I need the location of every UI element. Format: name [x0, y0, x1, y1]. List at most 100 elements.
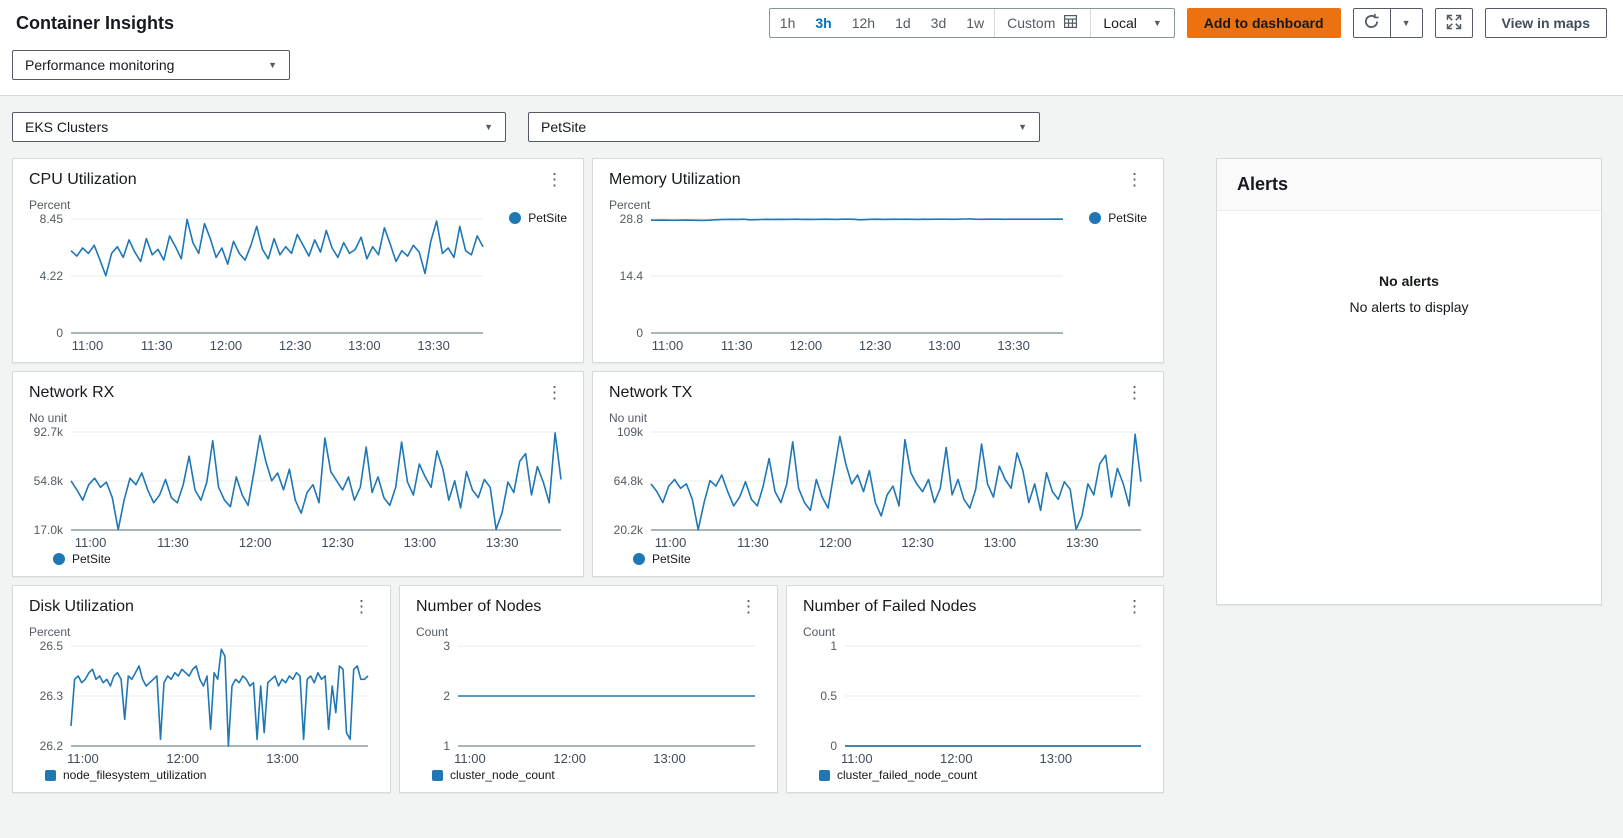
svg-text:0: 0	[636, 326, 643, 340]
legend-label: node_filesystem_utilization	[63, 768, 206, 782]
refresh-button[interactable]	[1353, 8, 1391, 38]
chevron-down-icon: ▼	[1402, 18, 1411, 28]
chart-legend: PetSite	[53, 552, 567, 566]
chart-unit-label: Percent	[609, 198, 1147, 212]
cluster-value: PetSite	[541, 119, 586, 135]
chart-menu-button[interactable]: ⋮	[1122, 171, 1147, 189]
timezone-select[interactable]: Local ▼	[1090, 9, 1173, 37]
refresh-options-button[interactable]: ▼	[1391, 8, 1423, 38]
view-in-maps-button[interactable]: View in maps	[1485, 8, 1607, 38]
svg-text:1: 1	[830, 639, 837, 653]
chart-menu-button[interactable]: ⋮	[736, 598, 761, 616]
svg-text:12:00: 12:00	[940, 751, 973, 766]
svg-text:11:00: 11:00	[841, 751, 873, 766]
time-range-1d[interactable]: 1d	[885, 9, 921, 37]
chart-menu-button[interactable]: ⋮	[542, 384, 567, 402]
time-range-1w[interactable]: 1w	[956, 9, 994, 37]
svg-text:12:30: 12:30	[859, 338, 892, 353]
cluster-type-value: EKS Clusters	[25, 119, 108, 135]
charts-grid: CPU Utilization ⋮ Percent 8.454.22011:00…	[12, 158, 1164, 793]
chart-legend: cluster_node_count	[432, 768, 761, 782]
kebab-icon: ⋮	[546, 383, 563, 402]
time-range-1h[interactable]: 1h	[770, 9, 806, 37]
chart-unit-label: Percent	[29, 198, 567, 212]
svg-text:13:00: 13:00	[928, 338, 961, 353]
time-range-12h[interactable]: 12h	[842, 9, 885, 37]
legend-label: PetSite	[1108, 211, 1147, 225]
chart-title: CPU Utilization	[29, 171, 137, 189]
custom-time-range-button[interactable]: Custom	[994, 9, 1090, 37]
svg-text:11:00: 11:00	[72, 338, 104, 353]
svg-text:20.2k: 20.2k	[614, 523, 644, 537]
svg-text:26.3: 26.3	[40, 689, 64, 703]
svg-text:12:00: 12:00	[239, 535, 272, 550]
calendar-icon	[1063, 14, 1078, 32]
time-range-group: 1h3h12h1d3d1w	[770, 9, 994, 37]
disk-utilization-chart: 26.526.326.211:0012:0013:00	[29, 639, 374, 767]
chevron-down-icon: ▼	[268, 60, 277, 70]
svg-text:28.8: 28.8	[620, 212, 644, 226]
cpu-utilization-chart: 8.454.22011:0011:3012:0012:3013:0013:30	[29, 212, 489, 354]
svg-text:26.2: 26.2	[40, 739, 64, 753]
svg-text:13:30: 13:30	[1066, 535, 1099, 550]
chart-card-network-tx: Network TX ⋮ No unit 109k64.8k20.2k11:00…	[592, 371, 1164, 577]
svg-text:1: 1	[443, 739, 450, 753]
chart-unit-label: Count	[803, 625, 1147, 639]
svg-text:64.8k: 64.8k	[614, 474, 644, 488]
chart-title: Number of Failed Nodes	[803, 598, 976, 616]
chart-menu-button[interactable]: ⋮	[349, 598, 374, 616]
fullscreen-icon	[1446, 14, 1462, 33]
refresh-split-button: ▼	[1353, 8, 1423, 38]
time-range-3h[interactable]: 3h	[805, 9, 841, 37]
chart-legend: PetSite	[633, 552, 1147, 566]
svg-text:14.4: 14.4	[620, 269, 644, 283]
header-toolbar: 1h3h12h1d3d1w Custom Local ▼	[769, 8, 1607, 38]
svg-text:12:00: 12:00	[819, 535, 852, 550]
chart-title: Network TX	[609, 384, 692, 402]
legend-label: PetSite	[528, 211, 567, 225]
chart-card-number-of-nodes: Number of Nodes ⋮ Count 32111:0012:0013:…	[399, 585, 778, 793]
time-range-control: 1h3h12h1d3d1w Custom Local ▼	[769, 8, 1175, 38]
number-of-nodes-chart: 32111:0012:0013:00	[416, 639, 761, 767]
cluster-type-select[interactable]: EKS Clusters ▼	[12, 112, 506, 142]
kebab-icon: ⋮	[353, 597, 370, 616]
cluster-select[interactable]: PetSite ▼	[528, 112, 1040, 142]
svg-text:12:00: 12:00	[790, 338, 823, 353]
chart-unit-label: No unit	[29, 411, 567, 425]
legend-label: PetSite	[652, 552, 691, 566]
svg-text:12:30: 12:30	[901, 535, 934, 550]
svg-text:0: 0	[56, 326, 63, 340]
time-range-3d[interactable]: 3d	[921, 9, 957, 37]
page-header: Container Insights 1h3h12h1d3d1w Custom	[0, 0, 1623, 96]
chevron-down-icon: ▼	[1018, 122, 1027, 132]
chart-legend: PetSite	[509, 211, 567, 225]
legend-label: cluster_failed_node_count	[837, 768, 977, 782]
chart-unit-label: Percent	[29, 625, 374, 639]
chart-menu-button[interactable]: ⋮	[1122, 384, 1147, 402]
add-to-dashboard-button[interactable]: Add to dashboard	[1187, 8, 1341, 38]
chart-menu-button[interactable]: ⋮	[542, 171, 567, 189]
svg-text:17.0k: 17.0k	[34, 523, 64, 537]
svg-text:4.22: 4.22	[40, 269, 64, 283]
svg-text:13:30: 13:30	[997, 338, 1030, 353]
svg-text:13:30: 13:30	[486, 535, 519, 550]
custom-time-range-label: Custom	[1007, 15, 1055, 31]
chart-card-memory-utilization: Memory Utilization ⋮ Percent 28.814.4011…	[592, 158, 1164, 363]
svg-text:2: 2	[443, 689, 450, 703]
fullscreen-button[interactable]	[1435, 8, 1473, 38]
svg-text:0.5: 0.5	[820, 689, 837, 703]
svg-text:12:30: 12:30	[321, 535, 354, 550]
chart-menu-button[interactable]: ⋮	[1122, 598, 1147, 616]
network-tx-chart: 109k64.8k20.2k11:0011:3012:0012:3013:001…	[609, 425, 1147, 551]
chart-legend: cluster_failed_node_count	[819, 768, 1147, 782]
chart-unit-label: Count	[416, 625, 761, 639]
chart-title: Disk Utilization	[29, 598, 134, 616]
network-rx-chart: 92.7k54.8k17.0k11:0011:3012:0012:3013:00…	[29, 425, 567, 551]
view-select[interactable]: Performance monitoring ▼	[12, 50, 290, 80]
svg-text:11:30: 11:30	[157, 535, 189, 550]
chevron-down-icon: ▼	[1153, 18, 1162, 28]
svg-text:11:00: 11:00	[67, 751, 99, 766]
number-of-failed-nodes-chart: 10.5011:0012:0013:00	[803, 639, 1147, 767]
view-select-value: Performance monitoring	[25, 57, 174, 73]
svg-text:3: 3	[443, 639, 450, 653]
